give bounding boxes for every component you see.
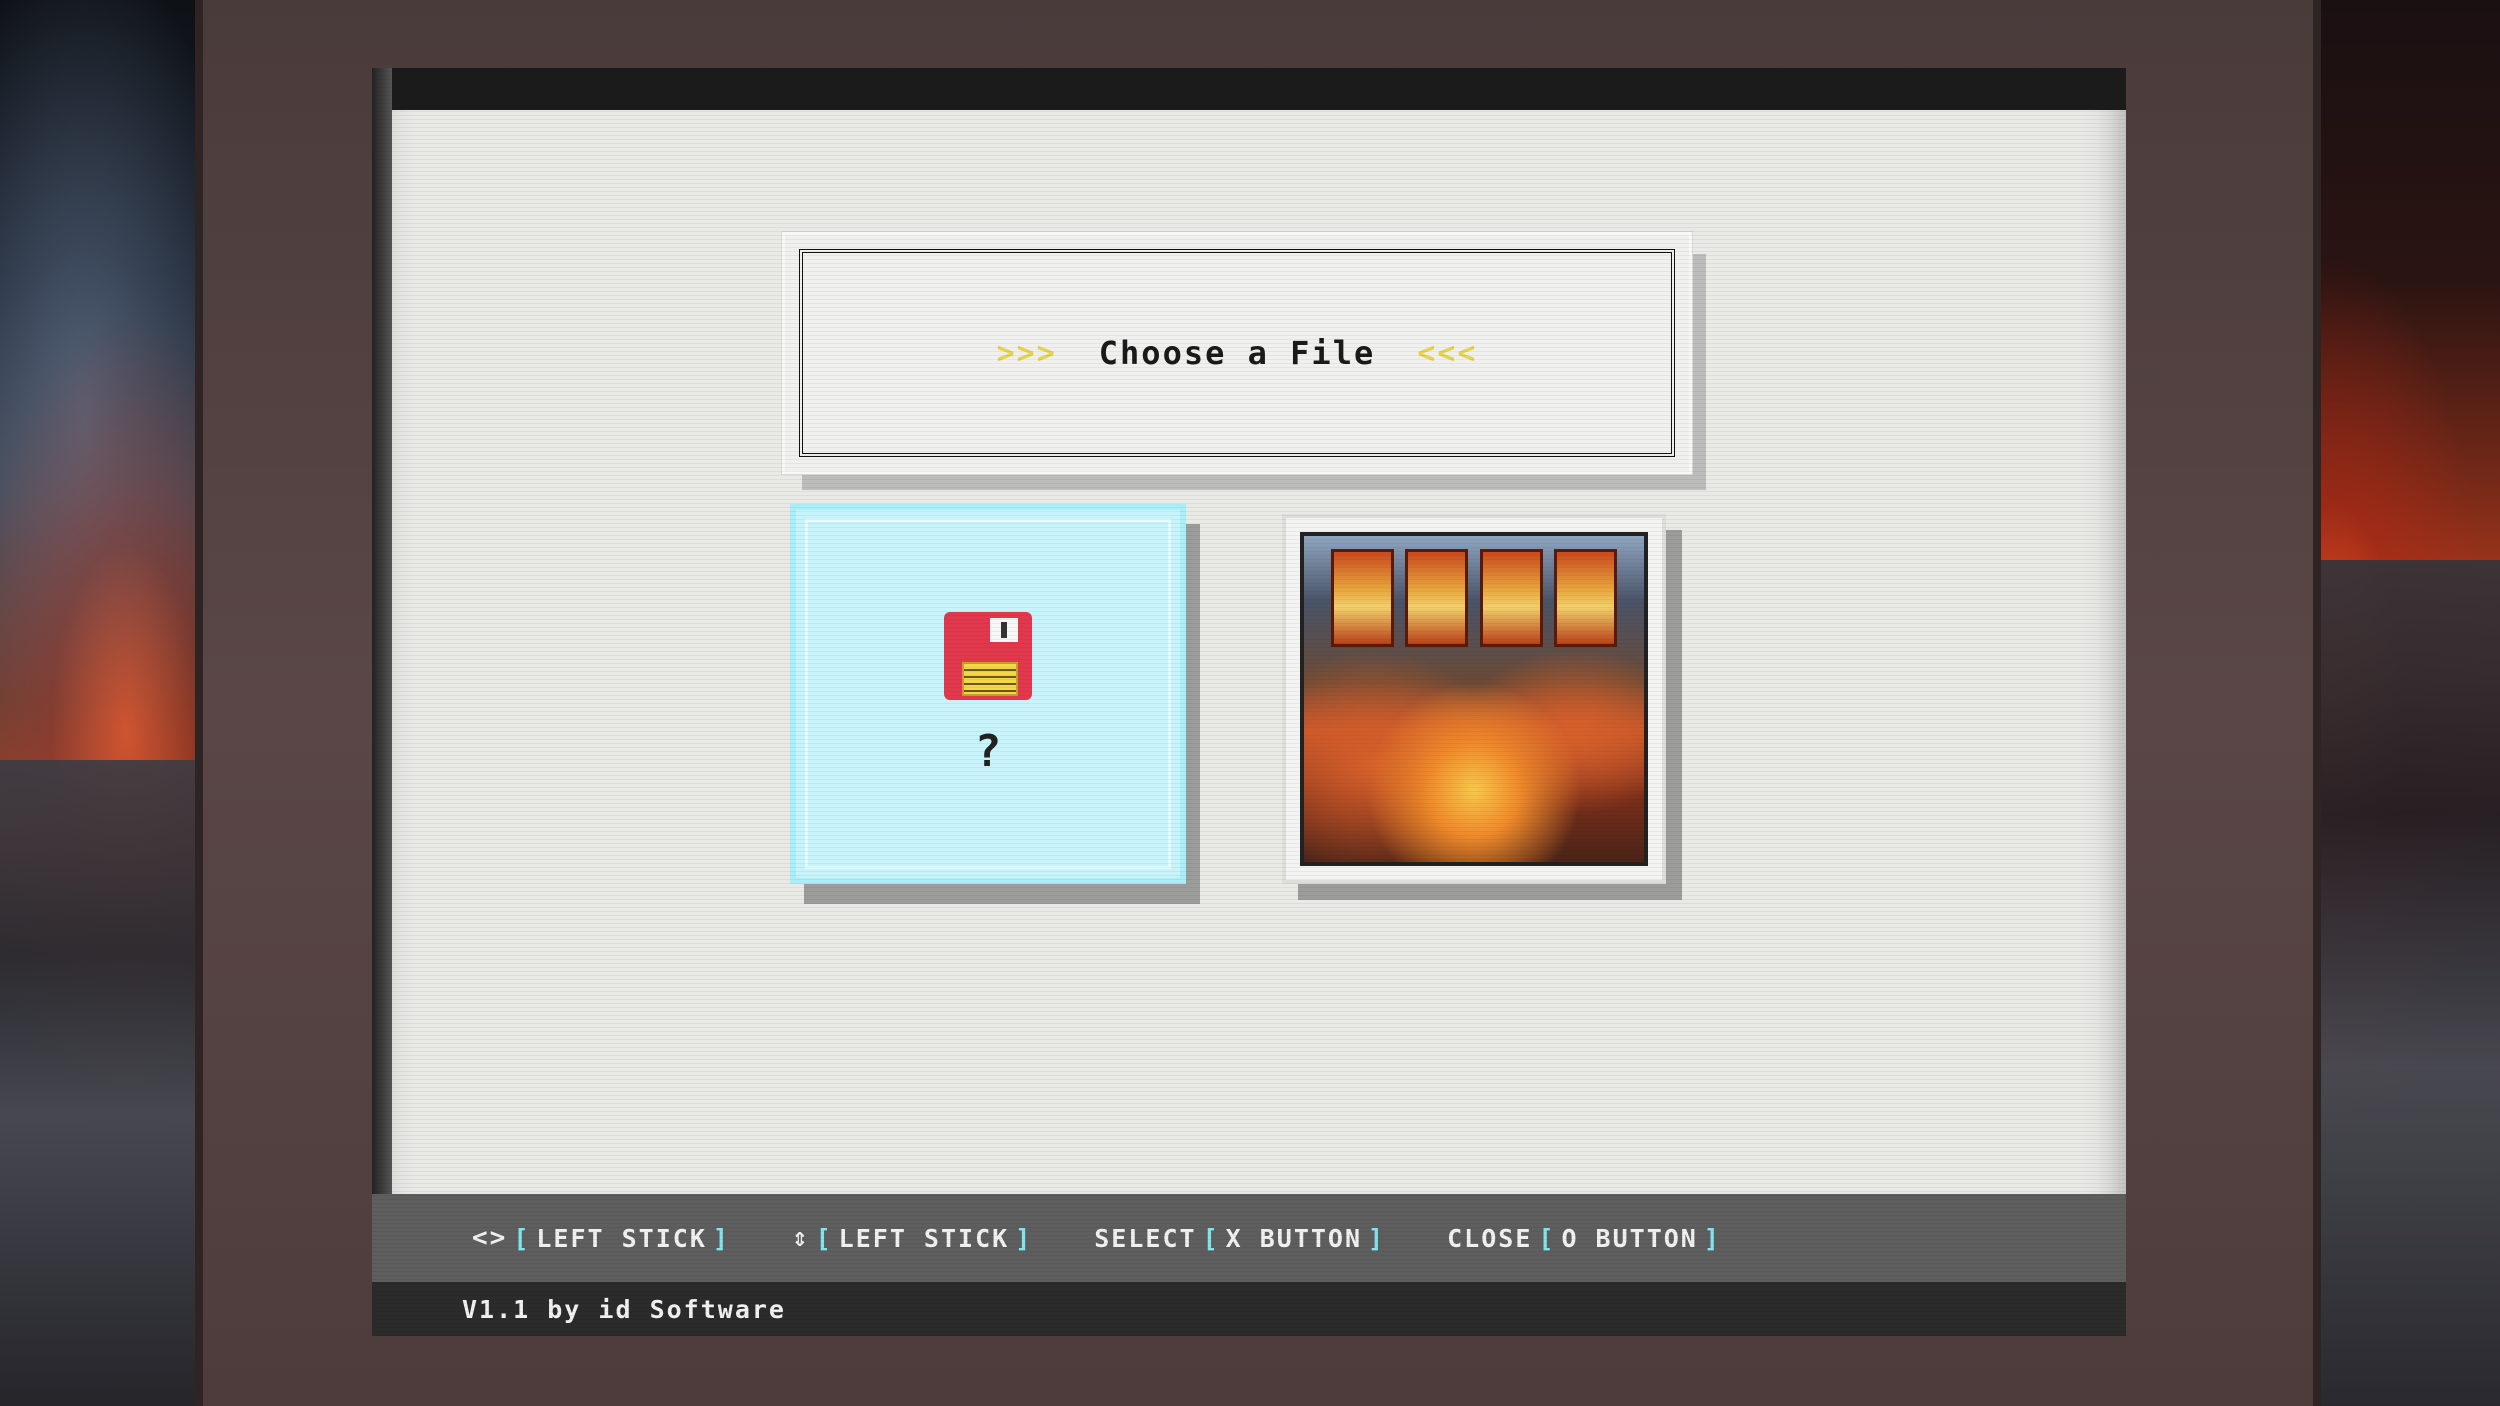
up-down-arrows-icon: ⇕ (791, 1223, 810, 1253)
page-title: Choose a File (1098, 334, 1376, 372)
version-text: V1.1 by id Software (462, 1294, 786, 1324)
hint-close: CLOSE [ O BUTTON ] (1447, 1223, 1721, 1253)
hint-label: X BUTTON (1225, 1223, 1363, 1253)
floppy-disk-icon (944, 611, 1032, 700)
doom-cover-art (1300, 532, 1648, 866)
hint-select: SELECT [ X BUTTON ] (1094, 1223, 1386, 1253)
hint-action: CLOSE (1447, 1223, 1533, 1253)
title-panel: >>> Choose a File <<< (782, 232, 1692, 474)
hint-label: LEFT STICK (536, 1223, 707, 1253)
title-frame: >>> Choose a File <<< (799, 249, 1675, 457)
left-right-arrows-icon: <> (472, 1223, 508, 1253)
hint-horizontal: <> [ LEFT STICK ] (472, 1223, 730, 1253)
left-chevrons: >>> (996, 335, 1057, 371)
controls-bar: <> [ LEFT STICK ] ⇕ [ LEFT STICK ] SELEC… (372, 1194, 2126, 1282)
hint-label: LEFT STICK (838, 1223, 1010, 1253)
unknown-file-symbol: ? (974, 725, 1002, 777)
game-scene: >>> Choose a File <<< ? <> [LEFT STICK … (0, 0, 2500, 1406)
screen-side-band (372, 68, 392, 1336)
hint-label: O BUTTON (1561, 1223, 1698, 1253)
hint-vertical: ⇕ [ LEFT STICK ] (791, 1223, 1033, 1253)
screen-top-band (372, 68, 2126, 110)
right-chevrons: <<< (1417, 335, 1478, 371)
crt-screen: >>> Choose a File <<< ? <> [LEFT STICK … (372, 68, 2126, 1336)
doom-file-card[interactable] (1282, 514, 1666, 884)
version-bar: V1.1 by id Software (372, 1282, 2126, 1336)
new-file-card[interactable]: ? (790, 504, 1186, 884)
hint-action: SELECT (1094, 1223, 1197, 1253)
doom-logo (1331, 549, 1617, 647)
